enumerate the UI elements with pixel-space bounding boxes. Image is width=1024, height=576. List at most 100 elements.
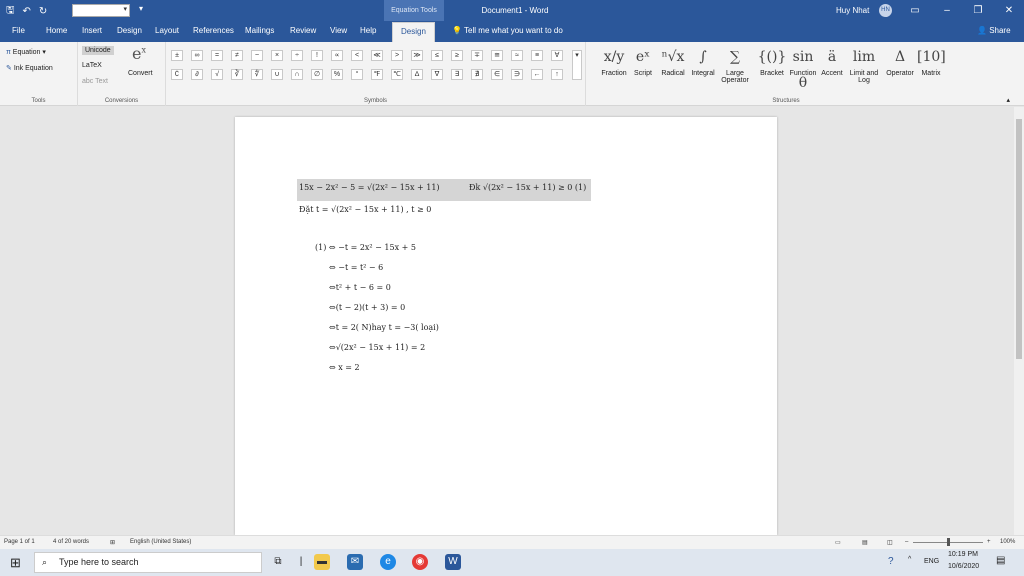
- task-view-icon[interactable]: ⧉: [270, 554, 286, 570]
- language-status[interactable]: English (United States): [130, 539, 191, 545]
- clock-time[interactable]: 10:19 PM: [948, 551, 978, 558]
- share-button[interactable]: 👤 Share: [977, 26, 1011, 35]
- equation-button[interactable]: π Equation ▾: [6, 48, 46, 56]
- symbol-button[interactable]: ≫: [411, 50, 423, 61]
- symbol-gallery-more[interactable]: ▾: [572, 50, 582, 80]
- symbol-button[interactable]: ←: [531, 69, 543, 80]
- print-layout-icon[interactable]: ▤: [862, 539, 868, 546]
- matrix-button[interactable]: [10] Matrix: [917, 44, 946, 77]
- equation-step[interactable]: ⇔(t − 2)(t + 3) = 0: [329, 303, 405, 312]
- radical-button[interactable]: ⁿ√x Radical: [657, 44, 689, 77]
- symbol-button[interactable]: ℉: [371, 69, 383, 80]
- symbol-button[interactable]: ≪: [371, 50, 383, 61]
- function-button[interactable]: sin θ Function: [787, 44, 819, 91]
- read-mode-icon[interactable]: ▭: [835, 539, 841, 546]
- symbol-button[interactable]: ∝: [331, 50, 343, 61]
- symbol-button[interactable]: >: [391, 50, 403, 61]
- zoom-in-icon[interactable]: +: [987, 539, 991, 545]
- symbol-button[interactable]: ∓: [471, 50, 483, 61]
- equation-step[interactable]: ⇔ −t = t² − 6: [329, 263, 383, 272]
- tab-view[interactable]: View: [330, 26, 347, 35]
- symbol-button[interactable]: ∇: [431, 69, 443, 80]
- symbol-button[interactable]: √: [211, 69, 223, 80]
- undo-icon[interactable]: ↶: [23, 6, 31, 17]
- zoom-slider-thumb[interactable]: [947, 538, 950, 546]
- symbol-button[interactable]: ∄: [471, 69, 483, 80]
- equation-step[interactable]: (1) ⇔ −t = 2x² − 15x + 5: [315, 243, 416, 252]
- tab-design[interactable]: Design: [117, 26, 142, 35]
- symbol-button[interactable]: ∪: [271, 69, 283, 80]
- limit-and-log-button[interactable]: lim Limit and Log: [845, 44, 883, 84]
- symbol-button[interactable]: ∀: [551, 50, 563, 61]
- notification-icon[interactable]: ▤: [996, 555, 1005, 566]
- equation-step[interactable]: ⇔t² + t − 6 = 0: [329, 283, 391, 292]
- ink-equation-button[interactable]: ✎ Ink Equation: [6, 64, 53, 72]
- symbol-button[interactable]: ∜: [251, 69, 263, 80]
- tab-references[interactable]: References: [193, 26, 234, 35]
- zoom-out-icon[interactable]: –: [905, 539, 908, 545]
- chevron-up-icon[interactable]: ^: [908, 556, 911, 563]
- windows-start-icon[interactable]: ⊞: [10, 555, 21, 571]
- clock-date[interactable]: 10/6/2020: [948, 563, 979, 570]
- symbol-button[interactable]: ×: [271, 50, 283, 61]
- help-icon[interactable]: ?: [888, 556, 894, 567]
- scrollbar-thumb[interactable]: [1016, 119, 1022, 359]
- tab-equation-design[interactable]: Design: [392, 22, 435, 42]
- tell-me-search[interactable]: 💡 Tell me what you want to do: [452, 26, 563, 35]
- user-name[interactable]: Huy Nhat: [836, 0, 869, 21]
- symbol-button[interactable]: ÷: [291, 50, 303, 61]
- save-icon[interactable]: 🖫: [6, 3, 15, 20]
- word-icon[interactable]: W: [445, 554, 461, 570]
- tab-review[interactable]: Review: [290, 26, 316, 35]
- equation-condition[interactable]: Đk √(2x² − 15x + 11) ≥ 0 (1): [469, 183, 586, 192]
- unicode-button[interactable]: Unicode: [82, 46, 114, 55]
- equation-step[interactable]: ⇔ x = 2: [329, 363, 360, 372]
- convert-button[interactable]: Convert: [128, 70, 153, 77]
- symbol-button[interactable]: ∃: [451, 69, 463, 80]
- bracket-button[interactable]: {()} Bracket: [755, 44, 789, 77]
- chrome-icon[interactable]: ◉: [412, 554, 428, 570]
- mail-icon[interactable]: ✉: [347, 554, 363, 570]
- tab-home[interactable]: Home: [46, 26, 67, 35]
- symbol-button[interactable]: ≥: [451, 50, 463, 61]
- integral-button[interactable]: ∫ Integral: [687, 44, 719, 77]
- symbol-button[interactable]: ≈: [511, 50, 523, 61]
- zoom-level[interactable]: 100%: [1000, 539, 1015, 545]
- edge-icon[interactable]: e: [380, 554, 396, 570]
- customize-toolbar-icon[interactable]: ▾: [139, 4, 143, 13]
- font-name-dropdown[interactable]: ▾: [72, 4, 130, 17]
- symbol-button[interactable]: ∛: [231, 69, 243, 80]
- symbol-button[interactable]: ∁: [171, 69, 183, 80]
- document-page[interactable]: 15x − 2x² − 5 = √(2x² − 15x + 11) Đk √(2…: [235, 117, 777, 535]
- accent-button[interactable]: ä Accent: [819, 44, 845, 77]
- file-explorer-icon[interactable]: ▬: [314, 554, 330, 570]
- tab-help[interactable]: Help: [360, 26, 376, 35]
- minimize-button[interactable]: –: [932, 0, 962, 21]
- symbol-button[interactable]: ±: [171, 50, 183, 61]
- latex-button[interactable]: LaTeX: [82, 62, 102, 69]
- proofing-icon[interactable]: ⊞: [110, 539, 115, 546]
- equation-step[interactable]: ⇔√(2x² − 15x + 11) = 2: [329, 343, 425, 352]
- symbol-button[interactable]: ≅: [491, 50, 503, 61]
- symbol-button[interactable]: ∩: [291, 69, 303, 80]
- tab-mailings[interactable]: Mailings: [245, 26, 274, 35]
- symbol-button[interactable]: ∈: [491, 69, 503, 80]
- symbol-button[interactable]: ∂: [191, 69, 203, 80]
- collapse-ribbon-icon[interactable]: ▴: [1006, 96, 1010, 104]
- tab-file[interactable]: File: [12, 26, 25, 35]
- symbol-button[interactable]: ≠: [231, 50, 243, 61]
- tab-layout[interactable]: Layout: [155, 26, 179, 35]
- symbol-button[interactable]: !: [311, 50, 323, 61]
- avatar[interactable]: HN: [879, 4, 892, 17]
- symbol-button[interactable]: %: [331, 69, 343, 80]
- symbol-button[interactable]: ∅: [311, 69, 323, 80]
- symbol-button[interactable]: ∋: [511, 69, 523, 80]
- symbol-button[interactable]: ↑: [551, 69, 563, 80]
- vertical-scrollbar[interactable]: [1014, 107, 1024, 535]
- word-count[interactable]: 4 of 20 words: [53, 539, 89, 545]
- symbol-button[interactable]: <: [351, 50, 363, 61]
- symbol-button[interactable]: ≡: [531, 50, 543, 61]
- operator-button[interactable]: Δ Operator: [883, 44, 917, 77]
- restore-button[interactable]: ❐: [963, 0, 993, 21]
- page-count[interactable]: Page 1 of 1: [4, 539, 35, 545]
